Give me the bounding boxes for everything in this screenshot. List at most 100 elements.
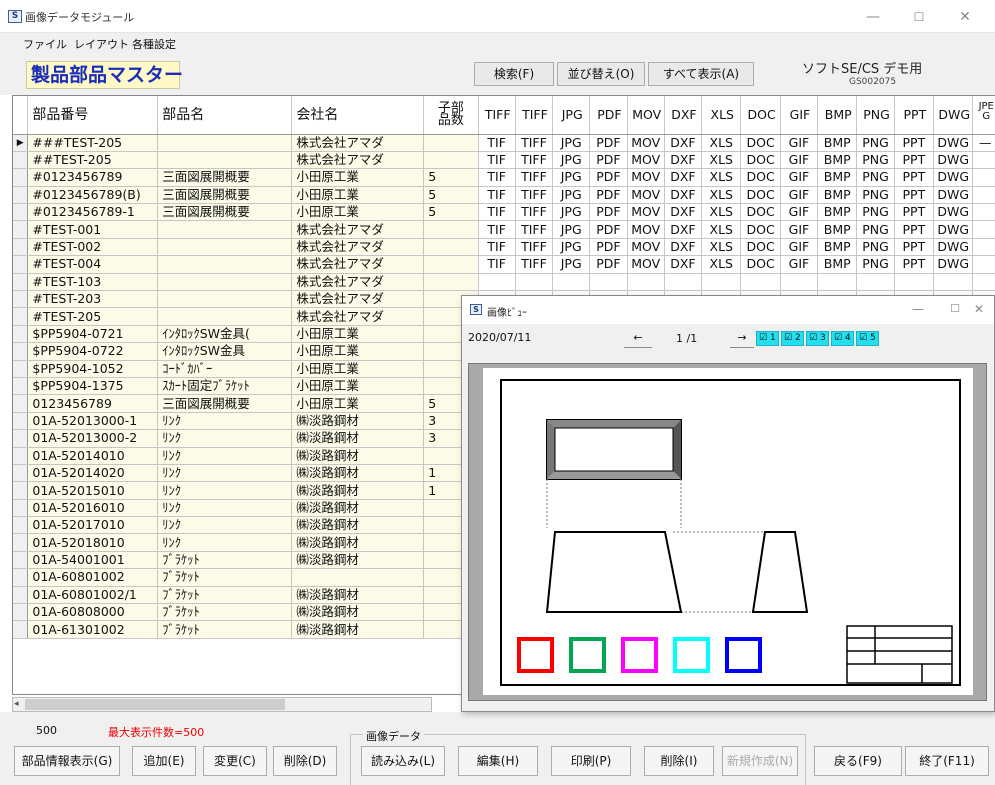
table-row[interactable]: #0123456789 三面図展開概要 小田原工業 5 TIF TIFF JPG PDF MOV… [13, 168, 995, 187]
cell-part-name[interactable]: ﾌﾞﾗｹｯﾄ [157, 603, 293, 622]
cell-file-link[interactable]: TIFF [515, 151, 554, 170]
cell-file-link[interactable] [972, 238, 995, 257]
cell-file-link[interactable]: PNG [856, 255, 895, 274]
cell-file-link[interactable]: JPG [552, 186, 591, 205]
table-row[interactable]: #TEST-103 株式会社アマダ [13, 273, 995, 292]
cell-file-link[interactable] [664, 273, 703, 292]
cell-file-link[interactable] [589, 273, 628, 292]
cell-file-link[interactable]: TIF [478, 255, 516, 274]
cell-file-link[interactable]: DWG [933, 255, 974, 274]
checkbox-icon[interactable]: ☑ [784, 333, 795, 343]
page-checkbox[interactable]: ☑ 5 [856, 331, 879, 346]
cell-file-link[interactable]: PNG [856, 203, 895, 222]
cell-part-name[interactable]: ﾌﾞﾗｹｯﾄ [157, 551, 293, 570]
cell-part-name[interactable]: ﾘﾝｸ [157, 464, 293, 483]
cell-file-link[interactable]: DWG [933, 203, 974, 222]
viewer-minimize-button[interactable]: — [898, 298, 938, 320]
cell-file-link[interactable]: DXF [664, 238, 703, 257]
row-selector[interactable] [13, 394, 29, 413]
cell-file-link[interactable]: TIFF [515, 186, 554, 205]
cell-part-name[interactable] [157, 290, 293, 309]
cell-file-link[interactable] [972, 203, 995, 222]
cell-company[interactable]: 株式会社アマダ [291, 220, 425, 239]
cell-file-link[interactable]: PNG [856, 186, 895, 205]
cell-file-link[interactable]: GIF [780, 238, 819, 257]
cell-file-link[interactable] [972, 151, 995, 170]
cell-subparts[interactable] [423, 238, 479, 257]
cell-company[interactable]: 株式会社アマダ [291, 134, 425, 152]
cell-part-no[interactable]: 01A-52015010 [27, 481, 159, 500]
cell-part-name[interactable]: ｽｶｰﾄ固定ﾌﾞﾗｹｯﾄ [157, 377, 293, 396]
cell-company[interactable]: 株式会社アマダ [291, 290, 425, 309]
cell-file-link[interactable]: MOV [627, 238, 665, 257]
cell-file-link[interactable]: XLS [701, 151, 742, 170]
cell-company[interactable]: ㈱淡路鋼材 [291, 447, 425, 465]
cell-file-link[interactable]: DWG [933, 151, 974, 170]
cell-company[interactable]: 小田原工業 [291, 168, 425, 187]
row-selector[interactable] [13, 238, 29, 257]
part-info-button[interactable]: 部品情報表示(G) [14, 746, 120, 776]
cell-part-no[interactable]: ###TEST-205 [27, 134, 159, 152]
cell-part-no[interactable]: $PP5904-1052 [27, 360, 159, 378]
cell-part-no[interactable]: 01A-52016010 [27, 499, 159, 518]
cell-part-name[interactable]: ﾘﾝｸ [157, 516, 293, 535]
row-selector[interactable] [13, 325, 29, 344]
cell-dash[interactable]: — [972, 134, 995, 152]
cell-file-link[interactable]: DXF [664, 186, 703, 205]
cell-company[interactable]: 小田原工業 [291, 360, 425, 378]
cell-company[interactable]: 株式会社アマダ [291, 255, 425, 274]
col-header-file-type[interactable]: TIFF [515, 96, 554, 135]
cell-file-link[interactable]: PPT [894, 238, 935, 257]
checkbox-icon[interactable]: ☑ [859, 333, 870, 343]
cell-file-link[interactable]: PDF [589, 203, 628, 222]
cell-file-link[interactable]: DOC [740, 238, 781, 257]
cell-file-link[interactable] [478, 273, 516, 292]
cell-company[interactable]: ㈱淡路鋼材 [291, 551, 425, 570]
change-button[interactable]: 変更(C) [203, 746, 267, 776]
cell-file-link[interactable]: PDF [589, 168, 628, 187]
cell-file-link[interactable]: BMP [817, 203, 858, 222]
cell-part-name[interactable]: ﾘﾝｸ [157, 447, 293, 465]
col-header-file-type[interactable]: MOV [627, 96, 665, 135]
cell-file-link[interactable]: PNG [856, 220, 895, 239]
cell-file-link[interactable]: BMP [817, 134, 858, 152]
scrollbar-thumb[interactable] [25, 699, 285, 710]
menu-layout[interactable]: レイアウト [74, 36, 129, 52]
cell-file-link[interactable]: TIFF [515, 220, 554, 239]
cell-file-link[interactable]: DWG [933, 168, 974, 187]
row-selector[interactable] [13, 220, 29, 239]
row-selector[interactable] [13, 290, 29, 309]
cell-company[interactable]: ㈱淡路鋼材 [291, 412, 425, 431]
cell-company[interactable]: 小田原工業 [291, 186, 425, 205]
cell-part-no[interactable]: 01A-60801002 [27, 568, 159, 587]
row-selector[interactable] [13, 307, 29, 326]
cell-subparts[interactable]: 5 [423, 168, 479, 187]
cell-part-no[interactable]: 01A-52014020 [27, 464, 159, 483]
cell-company[interactable]: 株式会社アマダ [291, 238, 425, 257]
cell-file-link[interactable]: DXF [664, 134, 703, 152]
menu-settings[interactable]: 各種設定 [132, 36, 176, 52]
cell-part-no[interactable]: #TEST-001 [27, 220, 159, 239]
row-selector[interactable] [13, 551, 29, 570]
cell-part-name[interactable]: ﾌﾞﾗｹｯﾄ [157, 586, 293, 605]
cell-company[interactable]: 株式会社アマダ [291, 307, 425, 326]
cell-part-no[interactable]: 01A-52018010 [27, 533, 159, 552]
menu-file[interactable]: ファイル [23, 36, 67, 52]
cell-part-no[interactable]: $PP5904-0721 [27, 325, 159, 344]
cell-subparts[interactable] [423, 134, 479, 152]
cell-part-name[interactable] [157, 151, 293, 170]
row-selector[interactable] [13, 620, 29, 639]
cell-part-name[interactable] [157, 220, 293, 239]
current-row-indicator-icon[interactable]: ▶ [13, 134, 29, 152]
row-selector[interactable] [13, 203, 29, 222]
cell-file-link[interactable]: MOV [627, 186, 665, 205]
cell-company[interactable]: ㈱淡路鋼材 [291, 603, 425, 622]
col-header-file-type[interactable]: DWG [933, 96, 974, 135]
page-checkbox[interactable]: ☑ 3 [806, 331, 829, 346]
col-header-company[interactable]: 会社名 [291, 96, 425, 135]
cell-part-no[interactable]: ##TEST-205 [27, 151, 159, 170]
cell-file-link[interactable]: BMP [817, 238, 858, 257]
cell-part-no[interactable]: #TEST-203 [27, 290, 159, 309]
row-selector[interactable] [13, 586, 29, 605]
cell-file-link[interactable]: MOV [627, 203, 665, 222]
